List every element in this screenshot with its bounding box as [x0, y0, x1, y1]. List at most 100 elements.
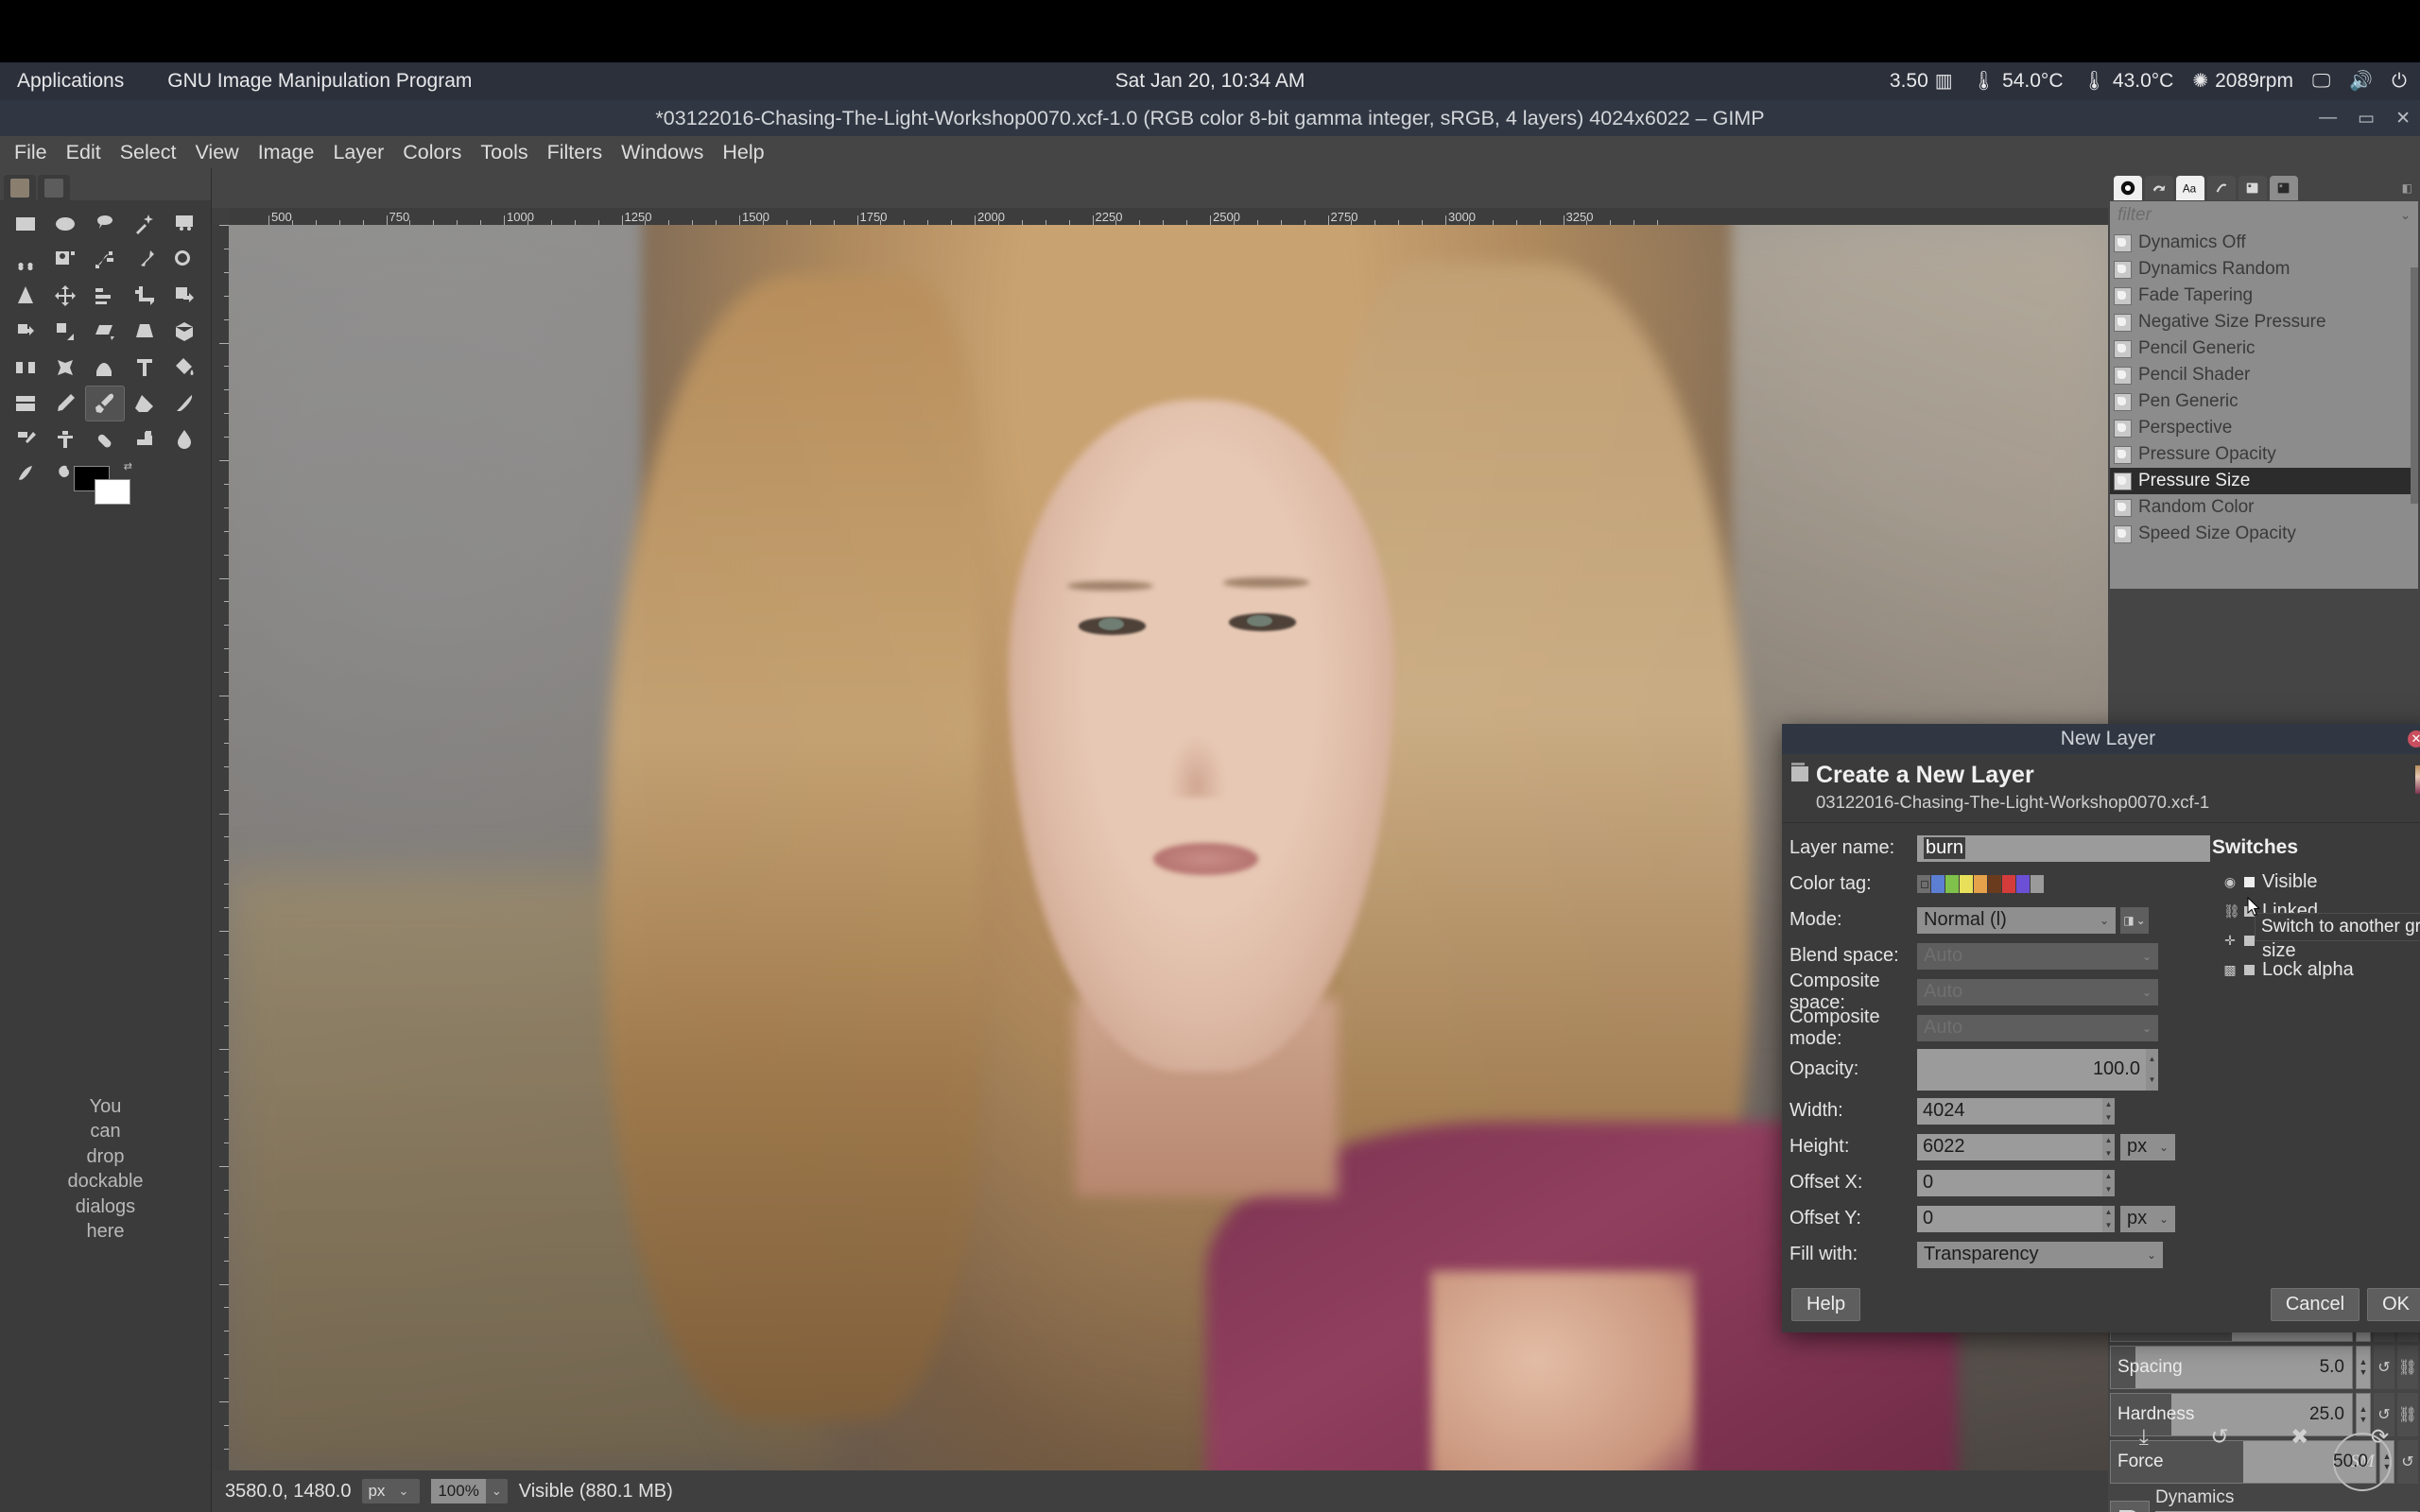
tool-paintbrush[interactable]: [85, 386, 125, 421]
color-tag-swatch[interactable]: [1988, 875, 2001, 894]
fill-with-select[interactable]: Transparency ⌄: [1917, 1241, 2163, 1268]
switch-mode-group-button[interactable]: ◨ ⌄: [2120, 906, 2149, 934]
delete-tool-preset-icon[interactable]: ✖: [2290, 1424, 2308, 1450]
tool-eraser[interactable]: [125, 386, 164, 421]
menu-view[interactable]: View: [186, 139, 247, 166]
ok-button[interactable]: OK: [2367, 1287, 2420, 1321]
tool-3d-transform[interactable]: [164, 314, 204, 350]
zoom-selector[interactable]: 100% ⌄: [431, 1479, 508, 1503]
menu-file[interactable]: File: [6, 139, 56, 166]
tool-crop[interactable]: [125, 278, 164, 314]
height-input[interactable]: 6022: [1917, 1133, 2102, 1160]
dynamics-list-item[interactable]: Pen Generic: [2110, 388, 2418, 415]
tool-rotate[interactable]: [6, 314, 45, 350]
dynamics-list-item[interactable]: Pencil Generic: [2110, 335, 2418, 362]
tool-fuzzy-select[interactable]: [125, 206, 164, 242]
tool-blur-sharpen[interactable]: [164, 421, 204, 457]
tool-rect-select[interactable]: [6, 206, 45, 242]
switch-lock-position-checkbox[interactable]: [2244, 935, 2255, 946]
tool-measure[interactable]: [6, 278, 45, 314]
color-tag-swatch[interactable]: [2002, 875, 2015, 894]
save-tool-preset-icon[interactable]: ⤓: [2139, 1424, 2149, 1450]
tool-by-color-select[interactable]: [164, 206, 204, 242]
color-tag-swatch[interactable]: [2031, 875, 2044, 894]
mode-select[interactable]: Normal (l) ⌄: [1917, 906, 2116, 934]
close-icon[interactable]: ✕: [2395, 108, 2411, 129]
slider-stepper[interactable]: ▲▼: [2356, 1346, 2371, 1389]
dynamics-list-item[interactable]: Fade Tapering: [2110, 283, 2418, 309]
tool-transform[interactable]: [164, 278, 204, 314]
tool-foreground-select[interactable]: [45, 242, 85, 278]
chevron-down-icon[interactable]: ⌄: [2400, 208, 2411, 223]
volume-icon[interactable]: 🔊: [2349, 72, 2373, 91]
color-tag-swatch[interactable]: [1960, 875, 1973, 894]
switch-visible-checkbox[interactable]: [2244, 876, 2255, 887]
color-tag-swatch[interactable]: [1917, 875, 1930, 894]
toolbox-tab-image[interactable]: [4, 175, 36, 200]
dynamics-list-item[interactable]: Speed Size Opacity: [2110, 521, 2418, 547]
tool-cage-transform[interactable]: [45, 350, 85, 386]
dynamics-list-item[interactable]: Pencil Shader: [2110, 362, 2418, 388]
tool-text[interactable]: [125, 350, 164, 386]
dynamics-list-item[interactable]: Negative Size Pressure: [2110, 309, 2418, 335]
dock-tab-brushes[interactable]: [2114, 176, 2142, 200]
color-swatches[interactable]: ⇄: [74, 461, 132, 506]
minimize-icon[interactable]: —: [2319, 108, 2337, 129]
horizontal-ruler[interactable]: 500 750 1000 1250 1500 1750 2000 2250 2500 2750 30…: [229, 208, 2108, 225]
menu-select[interactable]: Select: [112, 139, 185, 166]
layer-name-input[interactable]: burn: [1917, 834, 2210, 862]
tool-shear[interactable]: [85, 314, 125, 350]
dynamics-filter-input[interactable]: filter ⌄: [2110, 201, 2418, 230]
color-tag-swatch[interactable]: [1974, 875, 1987, 894]
dynamics-list-item[interactable]: Random Color: [2110, 494, 2418, 521]
color-tag-swatch[interactable]: [1931, 875, 1945, 894]
offset-unit-select[interactable]: px ⌄: [2120, 1205, 2175, 1232]
color-tag-swatch[interactable]: [1945, 875, 1959, 894]
vertical-ruler[interactable]: [212, 225, 229, 1470]
dynamics-list-item[interactable]: Dynamics Random: [2110, 256, 2418, 283]
tool-gradient[interactable]: [6, 386, 45, 421]
menu-filters[interactable]: Filters: [539, 139, 612, 166]
ruler-corner[interactable]: [212, 208, 229, 225]
tool-warp-transform[interactable]: [85, 350, 125, 386]
tool-pencil[interactable]: [45, 386, 85, 421]
dynamics-list-item[interactable]: Perspective: [2110, 415, 2418, 441]
background-color-swatch[interactable]: [95, 479, 130, 505]
tool-zoom[interactable]: [164, 242, 204, 278]
swap-colors-icon[interactable]: ⇄: [124, 460, 132, 472]
dock-tab-gradients[interactable]: [2207, 176, 2236, 200]
cpu-temp-indicator[interactable]: 🌡 54.0°C: [1972, 70, 2064, 93]
opacity-input[interactable]: 100.0: [1917, 1048, 2146, 1091]
close-icon[interactable]: ✕: [2408, 730, 2420, 747]
dynamics-list[interactable]: Dynamics Off Dynamics Random Fade Tapering…: [2110, 230, 2418, 589]
tool-perspective-clone[interactable]: [125, 421, 164, 457]
tool-scissors-select[interactable]: [6, 242, 45, 278]
menu-windows[interactable]: Windows: [613, 139, 712, 166]
restore-tool-preset-icon[interactable]: ↺: [2210, 1424, 2228, 1450]
menu-layer[interactable]: Layer: [324, 139, 392, 166]
tool-ellipse-select[interactable]: [45, 206, 85, 242]
tool-heal[interactable]: [85, 421, 125, 457]
opacity-stepper[interactable]: ▲ ▼: [2146, 1048, 2158, 1091]
tool-smudge[interactable]: [6, 457, 45, 493]
gpu-temp-indicator[interactable]: 🌡 43.0°C: [2083, 70, 2174, 93]
dock-tab-paint-dynamics[interactable]: [2270, 176, 2298, 200]
tool-mypaint-brush[interactable]: [6, 421, 45, 457]
height-stepper[interactable]: ▲ ▼: [2102, 1133, 2115, 1160]
width-input[interactable]: 4024: [1917, 1097, 2102, 1125]
fan-speed-indicator[interactable]: ✺ 2089rpm: [2192, 70, 2293, 93]
toolbox-tab-secondary[interactable]: [38, 175, 70, 200]
tool-paths[interactable]: [85, 242, 125, 278]
help-button[interactable]: Help: [1791, 1287, 1861, 1321]
display-icon[interactable]: 🖵: [2312, 72, 2330, 91]
dynamics-scrollbar[interactable]: [2411, 267, 2418, 504]
offset-x-input[interactable]: 0: [1917, 1169, 2102, 1196]
reset-setting-icon[interactable]: ↺: [2374, 1346, 2394, 1389]
menu-colors[interactable]: Colors: [394, 139, 470, 166]
color-tag-swatch[interactable]: [2016, 875, 2030, 894]
tool-ink[interactable]: [164, 386, 204, 421]
offset-x-stepper[interactable]: ▲ ▼: [2102, 1169, 2115, 1196]
dock-tab-fonts[interactable]: Aa: [2176, 176, 2204, 200]
tool-bucket-fill[interactable]: [164, 350, 204, 386]
dynamics-list-item[interactable]: Pressure Opacity: [2110, 441, 2418, 468]
